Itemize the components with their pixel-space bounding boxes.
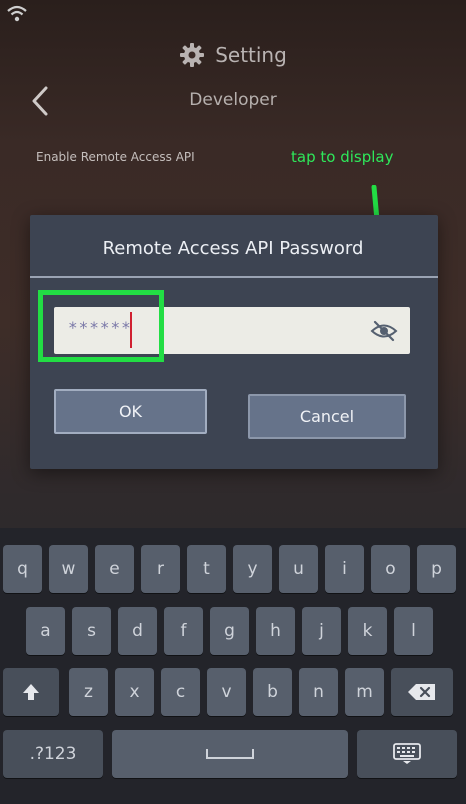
key-z[interactable]: z xyxy=(69,668,108,716)
space-bar-icon xyxy=(206,749,254,759)
page-title: Setting xyxy=(215,43,287,67)
key-q[interactable]: q xyxy=(3,545,42,593)
wifi-icon xyxy=(7,5,27,22)
symbols-key[interactable]: .?123 xyxy=(3,730,103,778)
ok-button[interactable]: OK xyxy=(54,389,207,434)
key-j[interactable]: j xyxy=(302,607,341,655)
key-c[interactable]: c xyxy=(161,668,200,716)
key-k[interactable]: k xyxy=(348,607,387,655)
key-h[interactable]: h xyxy=(256,607,295,655)
section-title: Developer xyxy=(189,90,277,110)
dialog-title: Remote Access API Password xyxy=(102,238,364,259)
remote-access-setting-label[interactable]: Enable Remote Access API xyxy=(36,150,195,164)
shift-key[interactable] xyxy=(3,668,59,716)
key-m[interactable]: m xyxy=(345,668,384,716)
eye-slash-icon[interactable] xyxy=(370,318,398,344)
backspace-key[interactable] xyxy=(391,668,453,716)
key-e[interactable]: e xyxy=(95,545,134,593)
key-n[interactable]: n xyxy=(299,668,338,716)
header: Setting xyxy=(0,38,466,72)
backspace-icon xyxy=(408,684,435,700)
annotation-highlight-box xyxy=(38,290,164,362)
key-d[interactable]: d xyxy=(118,607,157,655)
cancel-button[interactable]: Cancel xyxy=(248,394,406,439)
key-p[interactable]: p xyxy=(417,545,456,593)
key-r[interactable]: r xyxy=(141,545,180,593)
space-key[interactable] xyxy=(112,730,348,778)
key-a[interactable]: a xyxy=(26,607,65,655)
key-l[interactable]: l xyxy=(394,607,433,655)
gear-icon xyxy=(180,43,205,67)
key-s[interactable]: s xyxy=(72,607,111,655)
key-t[interactable]: t xyxy=(187,545,226,593)
key-w[interactable]: w xyxy=(49,545,88,593)
dialog-divider xyxy=(30,276,438,278)
annotation-text: tap to display xyxy=(291,148,394,166)
key-f[interactable]: f xyxy=(164,607,203,655)
key-v[interactable]: v xyxy=(207,668,246,716)
key-g[interactable]: g xyxy=(210,607,249,655)
key-i[interactable]: i xyxy=(325,545,364,593)
key-y[interactable]: y xyxy=(233,545,272,593)
shift-icon xyxy=(23,684,39,700)
hide-keyboard-key[interactable] xyxy=(357,730,457,778)
key-o[interactable]: o xyxy=(371,545,410,593)
key-x[interactable]: x xyxy=(115,668,154,716)
key-b[interactable]: b xyxy=(253,668,292,716)
keyboard-icon xyxy=(393,743,421,764)
key-u[interactable]: u xyxy=(279,545,318,593)
